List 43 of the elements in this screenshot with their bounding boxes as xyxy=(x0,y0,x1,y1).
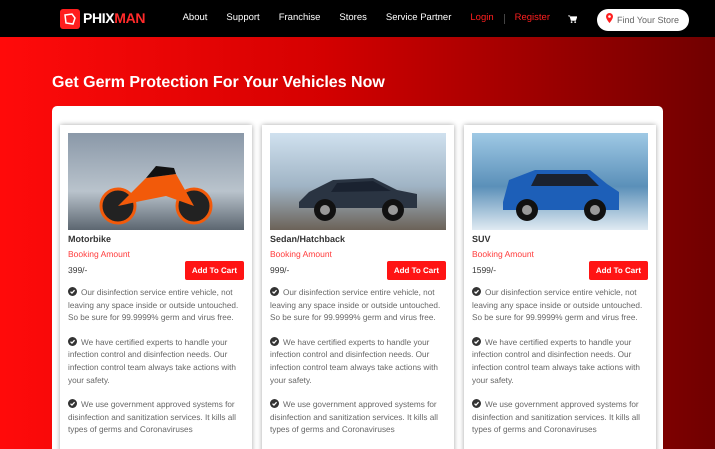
add-to-cart-button[interactable]: Add To Cart xyxy=(386,261,446,280)
booking-label: Booking Amount xyxy=(68,249,131,260)
check-circle-icon xyxy=(472,287,481,296)
price: 1599/- xyxy=(472,264,496,277)
feature-text: We have certified experts to handle your infection control and disinfection needs. Our infection control team always take actions with your safety. xyxy=(68,336,237,387)
booking-label: Booking Amount xyxy=(472,249,535,260)
check-circle-icon xyxy=(270,399,279,408)
nav-link[interactable]: About xyxy=(182,11,208,26)
nav-link[interactable]: Service Partner xyxy=(386,11,452,26)
check-circle-icon xyxy=(270,336,279,346)
check-circle-icon xyxy=(68,399,77,408)
nav-link[interactable]: Support xyxy=(226,11,260,26)
brand-name-accent: MAN xyxy=(114,9,146,28)
nav-link[interactable]: Franchise xyxy=(278,11,320,26)
check-circle-icon xyxy=(472,399,481,408)
check-circle-icon xyxy=(68,287,77,296)
feature-text: Our disinfection service entire vehicle, not leaving any space inside or outside untouched. So be sure for 99.9999% germ and virus free. xyxy=(472,287,644,324)
feature-text: We have certified experts to handle your infection control and disinfection needs. Our infection control team always take actions with your safety. xyxy=(472,336,641,387)
feature-text: Our disinfection service entire vehicle, not leaving any space inside or outside untouched. So be sure for 99.9999% germ and virus free. xyxy=(68,287,240,324)
nav-link[interactable]: Login xyxy=(470,11,494,26)
feature-text: We use government approved systems for disinfection and sanitization services. It kills all types of germs and Coronaviruses xyxy=(270,399,439,436)
price: 399/- xyxy=(68,264,88,277)
vehicle-name: Motorbike xyxy=(68,233,112,245)
add-to-cart-button[interactable]: Add To Cart xyxy=(588,261,648,280)
page-heading: Get Germ Protection For Your Vehicles Now xyxy=(52,73,386,93)
feature-text: We have certified experts to handle your infection control and disinfection needs. Our infection control team always take actions with your safety. xyxy=(270,336,439,387)
feature-text: Our disinfection service entire vehicle, not leaving any space inside or outside untouched. So be sure for 99.9999% germ and virus free. xyxy=(270,287,442,324)
nav-link[interactable]: Register xyxy=(514,11,550,26)
vehicle-name: Sedan/Hatchback xyxy=(270,233,346,245)
feature-text: We use government approved systems for disinfection and sanitization services. It kills all types of germs and Coronaviruses xyxy=(472,399,641,436)
cart-icon[interactable] xyxy=(568,14,577,22)
nav-link[interactable]: Stores xyxy=(339,11,367,26)
booking-label: Booking Amount xyxy=(270,249,333,260)
vehicle-name: SUV xyxy=(472,233,492,245)
price: 999/- xyxy=(270,264,290,277)
check-circle-icon xyxy=(472,336,481,346)
store-search-field[interactable]: Find Your Store xyxy=(597,8,689,30)
brand-name: PHIX xyxy=(83,9,114,28)
feature-text: We use government approved systems for disinfection and sanitization services. It kills all types of germs and Coronaviruses xyxy=(68,399,237,436)
check-circle-icon xyxy=(68,336,77,346)
check-circle-icon xyxy=(270,287,279,296)
add-to-cart-button[interactable]: Add To Cart xyxy=(184,261,244,280)
logo-icon xyxy=(60,8,80,28)
